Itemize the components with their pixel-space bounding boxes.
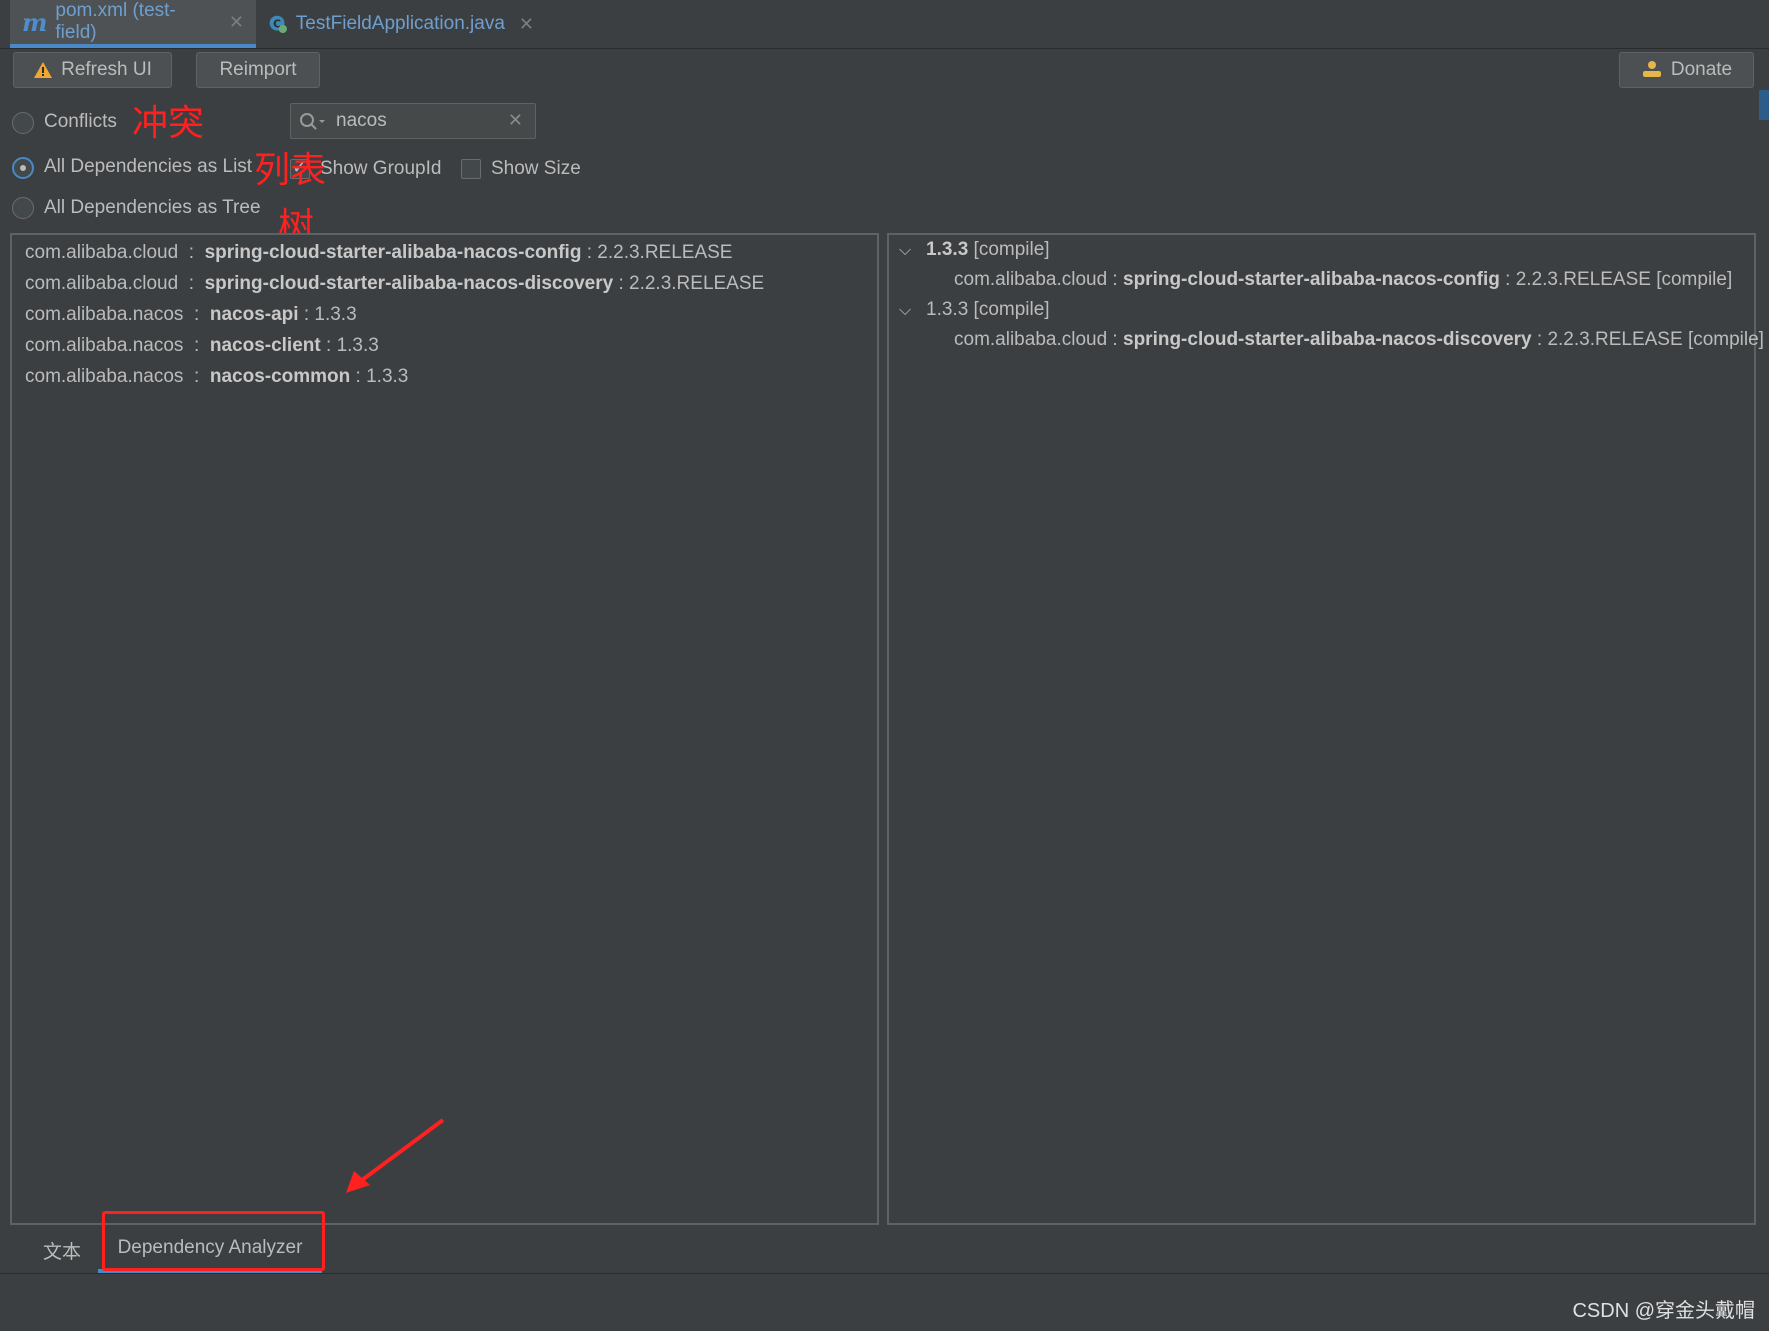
clear-icon[interactable]: ✕ [508,110,523,131]
donate-button[interactable]: Donate [1619,52,1754,88]
show-groupid-label[interactable]: Show GroupId [320,158,441,180]
donate-label: Donate [1670,59,1733,80]
refresh-ui-label: Refresh UI [61,59,152,80]
list-item[interactable]: com.alibaba.cloud : spring-cloud-starter… [25,273,764,295]
list-item[interactable]: com.alibaba.nacos : nacos-common : 1.3.3 [25,366,408,388]
chevron-down-icon[interactable]: ⌵ [899,302,911,320]
search-field[interactable]: nacos ✕ [290,103,536,139]
annotation-highlight-box [102,1211,325,1271]
list-label[interactable]: All Dependencies as List [44,156,252,178]
maven-m-icon: m [22,7,48,37]
close-icon[interactable]: ✕ [519,14,534,35]
tree-radio[interactable] [12,197,34,219]
reimport-label: Reimport [219,59,297,80]
annotation-conflicts: 冲突 [132,103,205,144]
tree-leaf[interactable]: com.alibaba.cloud : spring-cloud-starter… [954,269,1732,291]
show-size-label[interactable]: Show Size [491,158,581,180]
annotation-arrow [346,1118,445,1193]
tab-pom-xml-label: pom.xml (test-field) [55,0,176,43]
usage-tree-pane: ⌵ 1.3.3 [compile] com.alibaba.cloud : sp… [887,233,1764,1225]
list-radio[interactable] [12,157,34,179]
list-item[interactable]: com.alibaba.nacos : nacos-client : 1.3.3 [25,335,379,357]
refresh-ui-button[interactable]: Refresh UI [13,52,172,88]
conflicts-radio[interactable] [12,112,34,134]
tab-test-field-application[interactable]: C TestFieldApplication.java ✕ [256,0,546,48]
coin-hand-icon [1642,61,1661,77]
show-size-checkbox[interactable] [461,159,481,179]
status-bar: CSDN @穿金头戴帽 [0,1273,1769,1331]
conflicts-label[interactable]: Conflicts [44,111,117,133]
tab-text[interactable]: 文本 [30,1227,94,1273]
tree-node[interactable]: 1.3.3 [compile] [926,239,1050,261]
annotation-list: 列表 [254,150,327,191]
warning-icon [34,62,53,78]
chevron-down-icon[interactable]: ⌵ [899,242,911,260]
list-item[interactable]: com.alibaba.nacos : nacos-api : 1.3.3 [25,304,357,326]
editor-tab-bar: m pom.xml (test-field) ✕ C TestFieldAppl… [0,0,1769,49]
dependency-list-pane: com.alibaba.cloud : spring-cloud-starter… [10,233,879,1225]
watermark-text: CSDN @穿金头戴帽 [1572,1300,1755,1322]
spring-class-icon: C [269,15,287,34]
list-item[interactable]: com.alibaba.cloud : spring-cloud-starter… [25,242,732,264]
scrollbar-marker [1759,90,1769,120]
tree-node[interactable]: 1.3.3 [compile] [926,299,1050,321]
tree-label[interactable]: All Dependencies as Tree [44,197,261,219]
search-input[interactable]: nacos [336,110,387,132]
search-icon [300,113,325,130]
tab-pom-xml[interactable]: m pom.xml (test-field) ✕ [10,0,256,48]
tree-leaf[interactable]: com.alibaba.cloud : spring-cloud-starter… [954,329,1764,351]
tab-test-field-application-label: TestFieldApplication.java [295,13,505,34]
tab-text-label: 文本 [42,1241,81,1263]
close-icon[interactable]: ✕ [229,12,244,33]
reimport-button[interactable]: Reimport [196,52,320,88]
